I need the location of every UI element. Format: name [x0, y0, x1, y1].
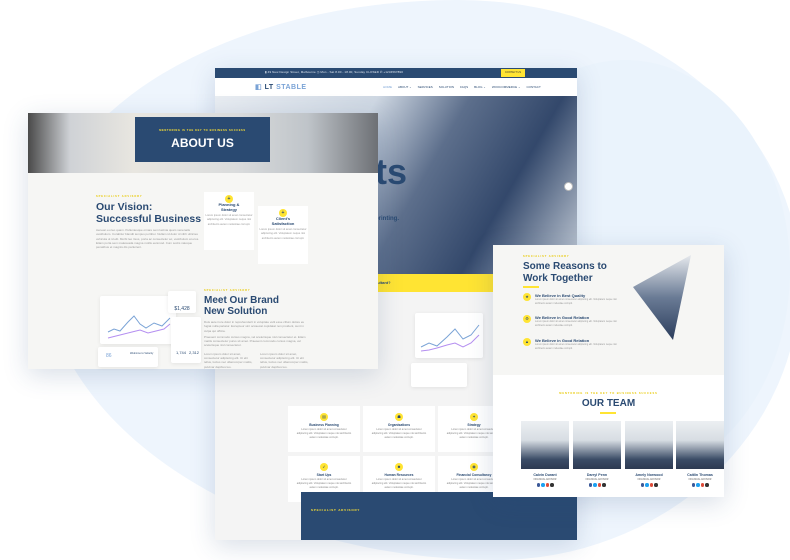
menu-faqs[interactable]: FAQS: [460, 85, 468, 89]
brand-tag: SPECIALIST ADVISORY: [204, 289, 251, 292]
line-chart: [420, 324, 480, 352]
reason-item: ⚙ We Believe in Good Relation Lorem ipsum …: [523, 315, 625, 327]
reason-item: ★ We Believe in Best Quality Lorem ipsum d…: [523, 293, 625, 305]
feature-card: + Planning & Strategy Lorem ipsum dolor s…: [204, 192, 254, 250]
hero-subtext: printing.: [375, 216, 399, 222]
organisation-icon: ☗: [395, 413, 403, 421]
member-photo: [625, 421, 673, 469]
menu-home[interactable]: HOME: [383, 85, 392, 89]
facebook-icon[interactable]: [640, 483, 644, 487]
navbar: ◧ LT STABLE HOME ABOUT ⌄ SERVICES SOLUTI…: [215, 78, 577, 96]
menu-blog[interactable]: BLOG ⌄: [474, 85, 486, 89]
google-icon[interactable]: [649, 483, 653, 487]
rocket-icon: ➶: [320, 463, 328, 471]
menu-woocommerce[interactable]: WOOCOMMERCE ⌄: [492, 85, 521, 89]
facebook-icon[interactable]: [536, 483, 540, 487]
menu-contact[interactable]: CONTACT: [527, 85, 541, 89]
service-card[interactable]: ☗ Organisations Lorem ipsum dolor sit amet…: [363, 406, 435, 452]
team-member: Caitlin Thomas FINANCIAL ADVISOR: [676, 421, 724, 487]
about-tagline: MENTORING IS THE KEY TO BUSINESS SUCCESS: [159, 129, 246, 132]
stats-card: 1,744 2,312: [171, 317, 201, 363]
feature-card: + Client's Satisfaction Lorem ipsum dolor…: [258, 206, 308, 264]
menu-solution[interactable]: SOLUTION: [439, 85, 454, 89]
facebook-icon[interactable]: [691, 483, 695, 487]
team-title: OUR TEAM: [581, 398, 636, 409]
contact-info: ▮ 49 New Design Street, Melbourne ◷ Mon …: [265, 70, 403, 74]
member-photo: [676, 421, 724, 469]
main-menu: HOME ABOUT ⌄ SERVICES SOLUTION FAQS BLOG…: [383, 85, 541, 89]
vision-heading: Our Vision: Successful Business: [96, 201, 202, 225]
brand-section: SPECIALIST ADVISORY Meet Our Brand New So…: [204, 289, 309, 369]
instagram-icon[interactable]: [550, 483, 554, 487]
divider: [523, 286, 539, 288]
service-card[interactable]: ▤ Business Planning Lorem ipsum dolor sit …: [288, 406, 360, 452]
price-value: $1,428: [174, 306, 190, 312]
reason-item: ▲ We Believe in Good Relation Lorem ipsum …: [523, 338, 625, 350]
google-icon[interactable]: [700, 483, 704, 487]
about-page-preview: MENTORING IS THE KEY TO BUSINESS SUCCESS…: [28, 113, 378, 369]
divider: [600, 412, 616, 414]
about-title: ABOUT US: [171, 136, 234, 150]
vision-text: Aenean eu leo quam. Pellentesque ornare …: [96, 228, 200, 250]
google-icon[interactable]: [545, 483, 549, 487]
document-icon: ▤: [320, 413, 328, 421]
slider-next-button[interactable]: [564, 182, 573, 191]
twitter-icon[interactable]: [696, 483, 700, 487]
contact-us-button[interactable]: CONTACT US: [501, 69, 525, 77]
logo-icon: ◧: [255, 84, 265, 91]
vision-section: SPECIALIST ADVISORY Our Vision: Successfu…: [96, 195, 204, 249]
about-hero-image: MENTORING IS THE KEY TO BUSINESS SUCCESS…: [28, 113, 378, 173]
twitter-icon[interactable]: [593, 483, 597, 487]
quality-icon: ★: [523, 293, 531, 301]
people-icon: ☻: [395, 463, 403, 471]
site-logo[interactable]: ◧ LT STABLE: [255, 83, 307, 91]
reasons-page-preview: SPECIALIST ADVISORY Some Reasons to Work …: [493, 245, 724, 497]
about-title-box: MENTORING IS THE KEY TO BUSINESS SUCCESS…: [135, 117, 270, 162]
menu-about[interactable]: ABOUT ⌄: [398, 85, 412, 89]
reasons-tag: SPECIALIST ADVISORY: [523, 255, 570, 258]
menu-services[interactable]: SERVICES: [418, 85, 433, 89]
top-info-bar: ▮ 49 New Design Street, Melbourne ◷ Mon …: [215, 68, 577, 78]
advisory-band: SPECIALIST ADVISORY: [301, 492, 577, 540]
google-icon[interactable]: [597, 483, 601, 487]
twitter-icon[interactable]: [541, 483, 545, 487]
line-chart-card: [415, 313, 483, 358]
team-member: Darryl Penn FINANCIAL ADVISOR: [573, 421, 621, 487]
reasons-heading: Some Reasons to Work Together: [523, 261, 607, 284]
twitter-icon[interactable]: [645, 483, 649, 487]
dashboard-line-chart: [100, 296, 176, 344]
team-member: Amely Norwood FINANCIAL ADVISOR: [625, 421, 673, 487]
handshake-icon: ⚙: [523, 315, 531, 323]
team-member: Calvin Durant FINANCIAL ADVISOR: [521, 421, 569, 487]
team-triangle-photo: [633, 255, 691, 340]
gauge-value: 86: [106, 353, 112, 359]
facebook-icon[interactable]: [588, 483, 592, 487]
social-icons: [521, 483, 569, 487]
brand-heading: Meet Our Brand New Solution: [204, 295, 280, 317]
social-icons: [676, 483, 724, 487]
vision-tag: SPECIALIST ADVISORY: [96, 195, 143, 198]
member-photo: [521, 421, 569, 469]
chart-icon: ▲: [523, 338, 531, 346]
globe-icon: ◉: [470, 463, 478, 471]
price-card: $1,428: [168, 291, 196, 313]
instagram-icon[interactable]: [602, 483, 606, 487]
social-icons: [573, 483, 621, 487]
lightbulb-icon: ✦: [470, 413, 478, 421]
member-photo: [573, 421, 621, 469]
instagram-icon[interactable]: [705, 483, 709, 487]
team-tagline: MENTORING IS THE KEY TO BUSINESS SUCCESS: [559, 392, 658, 395]
hero-heading: ts: [375, 151, 408, 192]
instagram-icon[interactable]: [654, 483, 658, 487]
line-chart: [107, 315, 171, 339]
reasons-section: SPECIALIST ADVISORY Some Reasons to Work …: [493, 245, 724, 375]
social-icons: [625, 483, 673, 487]
gauge-card: [411, 363, 467, 387]
gauge-card: 86 Welcome to Velocity: [98, 347, 158, 367]
